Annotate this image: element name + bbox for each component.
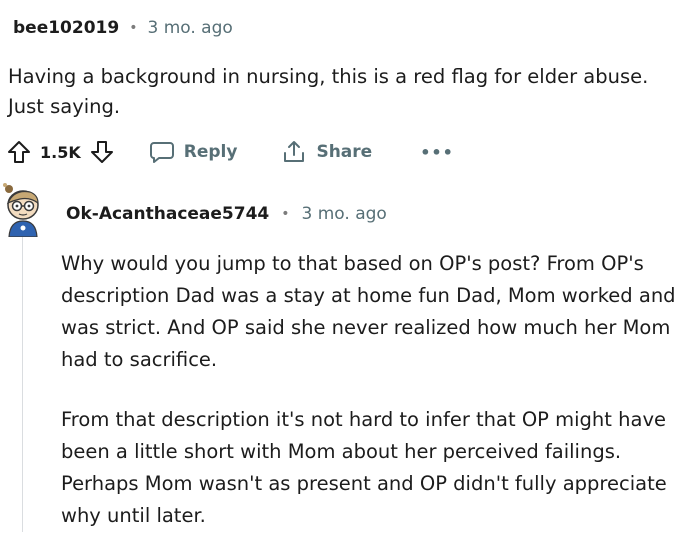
meta-separator: • (281, 206, 290, 222)
reply-timestamp[interactable]: 3 mo. ago (302, 204, 387, 224)
speech-bubble-icon (149, 139, 175, 165)
share-icon (281, 139, 307, 165)
reply-paragraph: From that description it's not hard to i… (61, 408, 667, 527)
vote-score: 1.5K (40, 142, 81, 162)
comment-timestamp[interactable]: 3 mo. ago (147, 18, 232, 38)
arrow-down-icon[interactable] (89, 139, 115, 165)
thread-line[interactable] (22, 236, 23, 532)
comment-body: Having a background in nursing, this is … (8, 65, 649, 118)
ellipsis-icon[interactable]: ••• (420, 143, 454, 162)
arrow-up-icon[interactable] (6, 139, 32, 165)
meta-separator: • (129, 20, 138, 36)
reply-label: Reply (183, 142, 238, 162)
reply-username[interactable]: Ok-Acanthaceae5744 (66, 204, 269, 224)
reply-body: Why would you jump to that based on OP's… (61, 248, 700, 560)
vote-group: 1.5K (6, 139, 115, 165)
comment-header: bee102019 • 3 mo. ago (13, 14, 233, 42)
reply-header: Ok-Acanthaceae5744 • 3 mo. ago (66, 200, 387, 228)
share-button[interactable]: Share (281, 139, 372, 165)
comment-action-bar: 1.5K Reply Share ••• (6, 136, 454, 168)
reply-paragraph: Why would you jump to that based on OP's… (61, 252, 676, 371)
avatar-icon[interactable] (0, 181, 46, 238)
reply-button[interactable]: Reply (149, 139, 238, 165)
share-label: Share (316, 142, 373, 162)
comment-username[interactable]: bee102019 (13, 18, 119, 38)
